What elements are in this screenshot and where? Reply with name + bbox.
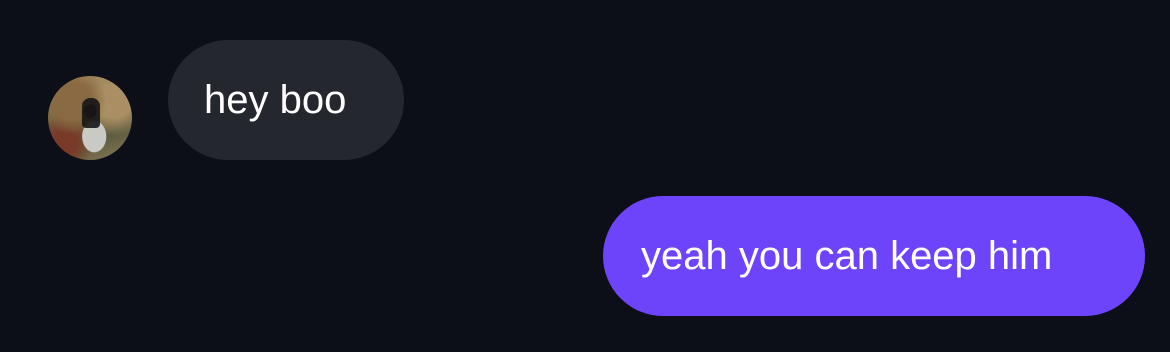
outgoing-message-text: yeah you can keep him: [641, 234, 1053, 278]
avatar[interactable]: [48, 76, 132, 160]
incoming-message-text: hey boo: [204, 78, 347, 122]
incoming-message-bubble[interactable]: hey boo: [168, 40, 404, 160]
avatar-photo-figure: [82, 98, 100, 128]
outgoing-message-bubble[interactable]: yeah you can keep him: [603, 196, 1145, 316]
message-thread: hey boo yeah you can keep him: [0, 0, 1170, 352]
